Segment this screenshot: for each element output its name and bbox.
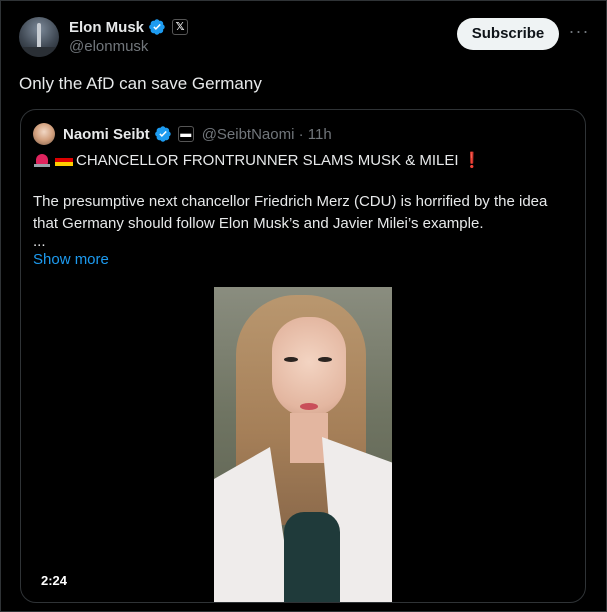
video-thumbnail[interactable]: [214, 287, 392, 602]
quote-author-handle: @SeibtNaomi · 11h: [201, 125, 332, 143]
quote-ellipsis: ...: [33, 233, 46, 250]
author-display-name[interactable]: Elon Musk: [69, 19, 144, 36]
siren-emoji-icon: [33, 152, 51, 168]
exclamation-icon: ❗: [462, 152, 482, 169]
video-duration: 2:24: [41, 573, 68, 588]
quote-body: The presumptive next chancellor Friedric…: [33, 193, 548, 232]
quote-headline: CHANCELLOR FRONTRUNNER SLAMS MUSK & MILE…: [76, 151, 459, 169]
tweet-card: Elon Musk 𝕏 @elonmusk Subscribe ··· Only…: [0, 0, 607, 612]
x-affiliation-icon[interactable]: 𝕏: [172, 19, 189, 35]
tweet-header: Elon Musk 𝕏 @elonmusk Subscribe ···: [19, 15, 591, 59]
avatar-ground-graphic: [19, 47, 59, 57]
quote-author-avatar: [33, 123, 55, 145]
author-name-row: Elon Musk 𝕏: [69, 17, 189, 37]
germany-flag-icon: [55, 154, 73, 166]
tweet-text: Only the AfD can save Germany: [19, 74, 262, 93]
show-more-link[interactable]: Show more: [33, 251, 109, 268]
more-icon[interactable]: ···: [567, 19, 591, 47]
quote-headline-row: CHANCELLOR FRONTRUNNER SLAMS MUSK & MILE…: [33, 151, 481, 169]
verified-badge-icon[interactable]: [148, 18, 166, 36]
quote-author-display-name: Naomi Seibt: [63, 125, 150, 143]
quoted-tweet[interactable]: Naomi Seibt ▬ @SeibtNaomi · 11h CHANCELL…: [20, 109, 586, 603]
affiliation-icon: ▬: [177, 126, 194, 142]
author-avatar[interactable]: [19, 17, 59, 57]
verified-badge-icon: [154, 126, 171, 142]
subscribe-button[interactable]: Subscribe: [457, 18, 559, 50]
author-handle[interactable]: @elonmusk: [69, 38, 148, 55]
quote-header: Naomi Seibt ▬ @SeibtNaomi · 11h: [33, 122, 332, 146]
